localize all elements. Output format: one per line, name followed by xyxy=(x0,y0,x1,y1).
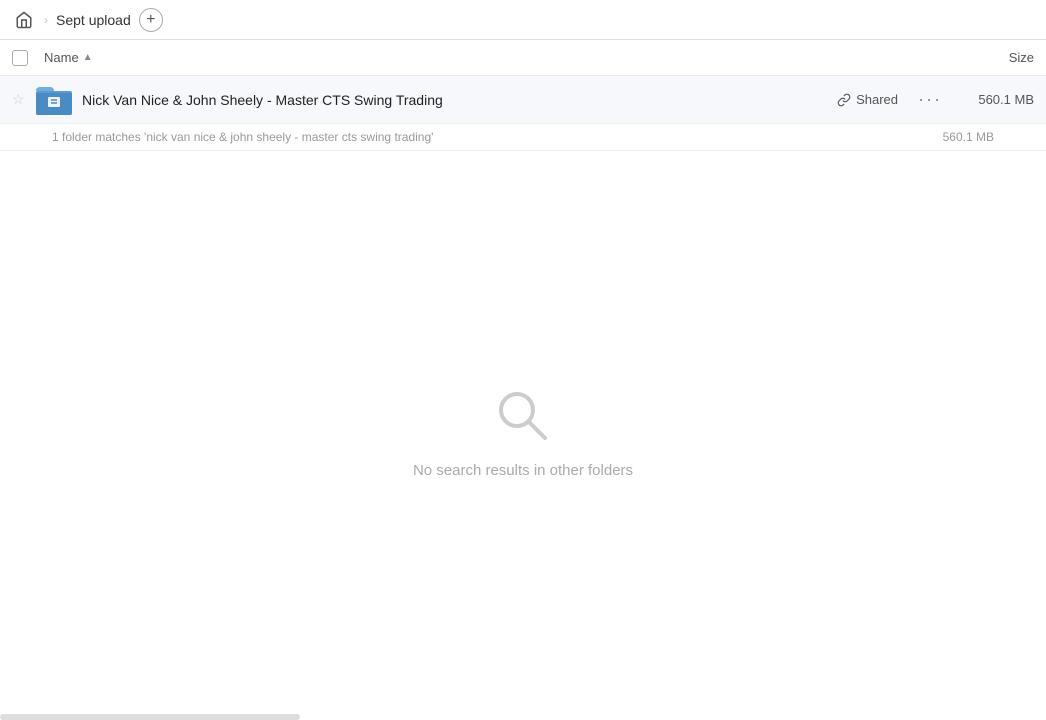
file-size: 560.1 MB xyxy=(954,92,1034,107)
file-row[interactable]: ☆ Nick Van Nice & John Sheely - Master C… xyxy=(0,76,1046,124)
top-bar: › Sept upload + xyxy=(0,0,1046,40)
link-icon xyxy=(837,93,851,107)
match-size: 560.1 MB xyxy=(943,130,994,144)
match-info-row: 1 folder matches 'nick van nice & john s… xyxy=(0,124,1046,151)
no-results-text: No search results in other folders xyxy=(413,462,633,479)
more-options-button[interactable]: ··· xyxy=(914,84,946,116)
shared-label: Shared xyxy=(856,92,898,107)
breadcrumb-separator: › xyxy=(44,13,48,27)
file-name: Nick Van Nice & John Sheely - Master CTS… xyxy=(82,92,837,108)
scrollbar[interactable] xyxy=(0,714,300,720)
add-button[interactable]: + xyxy=(139,8,163,32)
home-button[interactable] xyxy=(12,8,36,32)
select-all-checkbox[interactable] xyxy=(12,50,44,66)
column-headers: Name ▲ Size xyxy=(0,40,1046,76)
more-icon: ··· xyxy=(918,89,942,110)
checkbox-all[interactable] xyxy=(12,50,28,66)
star-button[interactable]: ☆ xyxy=(12,91,36,108)
folder-icon xyxy=(36,82,72,118)
search-icon-large xyxy=(493,386,553,446)
no-results-area: No search results in other folders xyxy=(0,151,1046,713)
shared-indicator: Shared xyxy=(837,92,898,107)
name-column-header[interactable]: Name ▲ xyxy=(44,50,934,65)
star-icon: ☆ xyxy=(12,91,25,108)
breadcrumb-title: Sept upload xyxy=(56,12,131,28)
size-column-header: Size xyxy=(934,50,1034,65)
match-text: 1 folder matches 'nick van nice & john s… xyxy=(52,130,433,144)
